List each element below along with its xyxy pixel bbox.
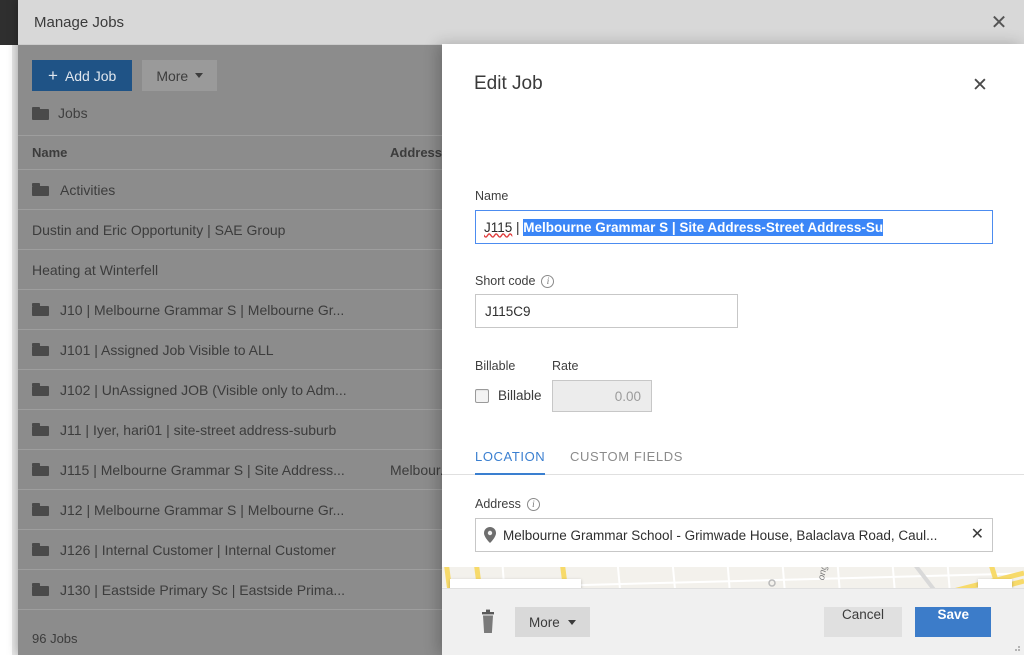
- folder-icon: [32, 303, 49, 316]
- row-name: J12 | Melbourne Grammar S | Melbourne Gr…: [60, 501, 345, 518]
- tab-custom-fields-label: CUSTOM FIELDS: [570, 448, 684, 464]
- billable-checkbox-label: Billable: [498, 388, 542, 403]
- fullscreen-icon[interactable]: [978, 579, 1012, 588]
- folder-icon: [32, 503, 49, 516]
- row-name: J102 | UnAssigned JOB (Visible only to A…: [60, 381, 347, 398]
- resize-handle[interactable]: [1012, 643, 1020, 651]
- dialog-footer: More Cancel Save: [442, 588, 1024, 655]
- tab-location-label: LOCATION: [475, 448, 546, 464]
- add-job-label: Add Job: [64, 67, 117, 84]
- folder-icon: [32, 183, 49, 196]
- billable-checkbox[interactable]: [475, 388, 489, 403]
- more-button[interactable]: More: [142, 60, 218, 91]
- close-icon[interactable]: ✕: [969, 74, 991, 96]
- breadcrumb[interactable]: Jobs: [32, 105, 88, 121]
- name-separator: |: [512, 219, 524, 235]
- edit-job-dialog: Edit Job ✕ Name J115 | Melbourne Grammar…: [442, 44, 1024, 655]
- billable-group-label: Billable: [475, 359, 516, 373]
- detail-tabs: LOCATION CUSTOM FIELDS: [442, 437, 1024, 475]
- breadcrumb-root-label: Jobs: [58, 105, 88, 121]
- dialog-title: Edit Job: [474, 73, 543, 94]
- short-code-value: J115C9: [485, 303, 531, 319]
- address-value: Melbourne Grammar School - Grimwade Hous…: [503, 527, 938, 543]
- column-header-address: Address: [390, 145, 443, 160]
- folder-icon: [32, 106, 49, 120]
- clear-icon[interactable]: ✕: [971, 527, 984, 543]
- map-type-control: Map Satellite: [450, 579, 582, 588]
- name-input[interactable]: J115 | Melbourne Grammar S | Site Addres…: [475, 210, 993, 244]
- address-label: Address i: [475, 497, 540, 511]
- folder-icon: [32, 583, 49, 596]
- add-job-button[interactable]: + Add Job: [32, 60, 133, 91]
- map-pin-icon: [484, 527, 496, 543]
- name-label: Name: [475, 189, 509, 203]
- info-icon[interactable]: i: [541, 274, 555, 288]
- map-button[interactable]: Map: [450, 579, 505, 588]
- more-label: More: [156, 67, 189, 84]
- row-name: J126 | Internal Customer | Internal Cust…: [60, 541, 336, 558]
- row-name: J10 | Melbourne Grammar S | Melbourne Gr…: [60, 301, 345, 318]
- row-name: J101 | Assigned Job Visible to ALL: [60, 341, 274, 358]
- jobs-count-label: 96 Jobs: [32, 631, 78, 646]
- save-label: Save: [937, 607, 969, 622]
- address-label-text: Address: [475, 497, 521, 511]
- row-name: Activities: [60, 181, 116, 198]
- screen: Manage Jobs ✕ + Add Job More Jobs Name A…: [0, 0, 1024, 655]
- name-prefix-text: J115 |: [484, 220, 523, 235]
- row-name: J11 | Iyer, hari01 | site-street address…: [60, 421, 337, 438]
- name-selected-text: Melbourne Grammar S | Site Address-Stree…: [523, 218, 884, 236]
- short-code-input[interactable]: J115C9: [475, 294, 738, 328]
- satellite-button[interactable]: Satellite: [505, 579, 581, 588]
- trash-icon[interactable]: [476, 609, 500, 635]
- folder-icon: [32, 343, 49, 356]
- cancel-button[interactable]: Cancel: [823, 607, 902, 637]
- rate-value: 0.00: [614, 388, 641, 404]
- name-prefix-value: J115: [484, 219, 513, 235]
- folder-icon: [32, 383, 49, 396]
- manage-jobs-title: Manage Jobs: [34, 14, 125, 31]
- more-label: More: [529, 614, 560, 630]
- edit-job-form: Edit Job ✕ Name J115 | Melbourne Grammar…: [442, 44, 1024, 588]
- close-icon[interactable]: ✕: [986, 10, 1012, 36]
- short-code-label-text: Short code: [475, 274, 536, 288]
- row-name: Heating at Winterfell: [32, 261, 159, 278]
- folder-icon: [32, 423, 49, 436]
- billable-checkbox-row[interactable]: Billable: [475, 388, 542, 403]
- chevron-down-icon: [195, 73, 204, 78]
- cancel-label: Cancel: [841, 607, 884, 622]
- save-button[interactable]: Save: [915, 607, 991, 637]
- more-button[interactable]: More: [515, 607, 590, 637]
- folder-icon: [32, 463, 49, 476]
- jobs-toolbar: + Add Job More: [32, 60, 218, 91]
- rate-input: 0.00: [552, 380, 652, 412]
- tab-custom-fields[interactable]: CUSTOM FIELDS: [570, 437, 683, 475]
- map-preview[interactable]: Alma Rd ong Rd Map Satellite: [442, 567, 1024, 588]
- row-name: J115 | Melbourne Grammar S | Site Addres…: [60, 461, 345, 478]
- row-name: Dustin and Eric Opportunity | SAE Group: [32, 221, 286, 238]
- chevron-down-icon: [567, 619, 576, 625]
- info-icon[interactable]: i: [526, 497, 540, 511]
- manage-jobs-titlebar: Manage Jobs ✕: [18, 0, 1024, 45]
- plus-icon: +: [48, 66, 58, 85]
- row-name: J130 | Eastside Primary Sc | Eastside Pr…: [60, 581, 346, 598]
- short-code-label: Short code i: [475, 274, 555, 288]
- folder-icon: [32, 543, 49, 556]
- app-rail-lower: [0, 45, 12, 655]
- rate-label: Rate: [552, 359, 579, 373]
- address-input[interactable]: Melbourne Grammar School - Grimwade Hous…: [475, 518, 993, 552]
- column-header-name: Name: [32, 145, 68, 160]
- app-rail: [0, 0, 18, 45]
- tab-location[interactable]: LOCATION: [475, 437, 546, 475]
